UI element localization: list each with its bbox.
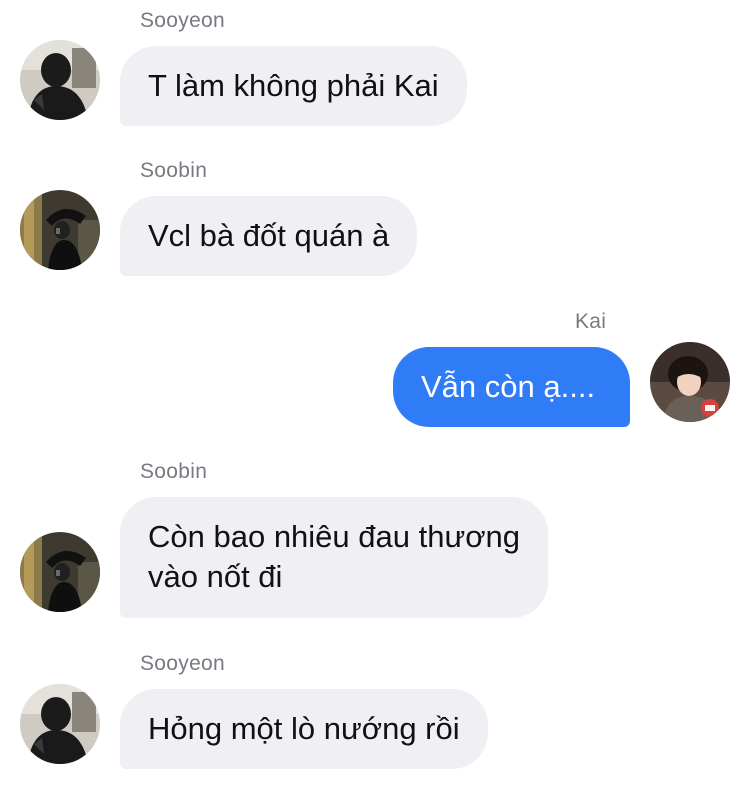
message-bubble[interactable]: Hỏng một lò nướng rồi bbox=[120, 689, 488, 769]
message-bubble[interactable]: Còn bao nhiêu đau thương vào nốt đi bbox=[120, 497, 549, 618]
chat-thread: Sooyeon T làm không phải Kai Soobin Vcl … bbox=[0, 0, 750, 796]
sooyeon-avatar[interactable] bbox=[20, 684, 100, 764]
sender-name: Sooyeon bbox=[140, 9, 226, 32]
soobin-avatar[interactable] bbox=[20, 190, 100, 270]
sooyeon-avatar[interactable] bbox=[20, 40, 100, 120]
soobin-avatar[interactable] bbox=[20, 532, 100, 612]
message-bubble[interactable]: Vcl bà đốt quán à bbox=[120, 196, 418, 276]
sender-name: Kai bbox=[575, 310, 607, 333]
message-bubble[interactable]: Vẫn còn ạ.... bbox=[393, 347, 630, 427]
message-bubble[interactable]: T làm không phải Kai bbox=[120, 46, 467, 126]
sender-name: Sooyeon bbox=[140, 652, 226, 675]
kai-avatar[interactable] bbox=[650, 342, 730, 422]
sender-name: Soobin bbox=[140, 159, 208, 182]
sender-name: Soobin bbox=[140, 460, 208, 483]
